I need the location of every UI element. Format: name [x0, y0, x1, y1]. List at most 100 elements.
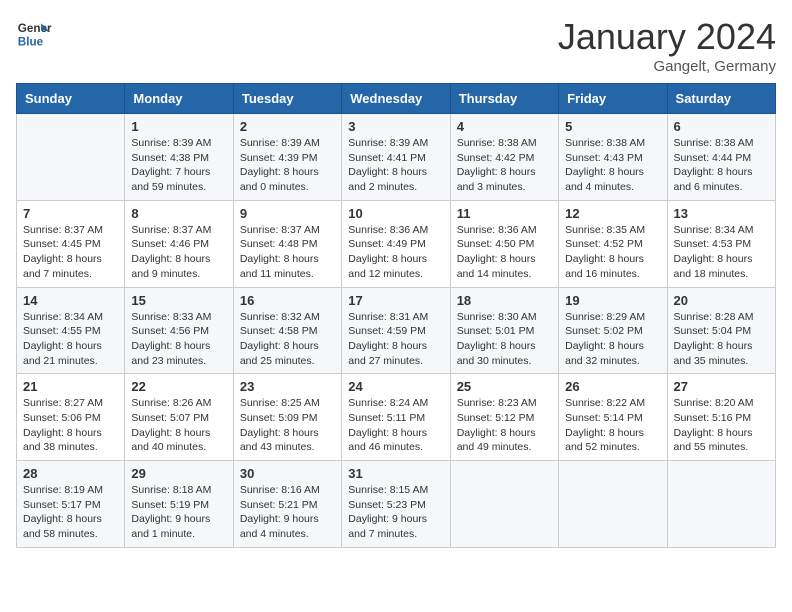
day-info: Sunrise: 8:31 AMSunset: 4:59 PMDaylight:…: [348, 310, 443, 369]
calendar-cell: 29Sunrise: 8:18 AMSunset: 5:19 PMDayligh…: [125, 461, 233, 548]
calendar-cell: 24 Sunrise: 8:24 AMSunset: 5:11 PMDayligh…: [342, 374, 450, 461]
day-number: 17: [348, 293, 443, 308]
day-info: Sunrise: 8:19 AMSunset: 5:17 PMDaylight:…: [23, 483, 118, 542]
day-number: 16: [240, 293, 335, 308]
day-number: 14: [23, 293, 118, 308]
weekday-header-thursday: Thursday: [450, 84, 558, 114]
day-info: Sunrise: 8:39 AMSunset: 4:38 PMDaylight:…: [131, 136, 226, 195]
calendar-cell: 27 Sunrise: 8:20 AMSunset: 5:16 PMDayligh…: [667, 374, 775, 461]
day-info: Sunrise: 8:23 AMSunset: 5:12 PMDaylight:…: [457, 396, 552, 455]
calendar-week-row: 28 Sunrise: 8:19 AMSunset: 5:17 PMDayligh…: [17, 461, 776, 548]
day-info: Sunrise: 8:27 AMSunset: 5:06 PMDaylight:…: [23, 396, 118, 455]
title-block: January 2024 Gangelt, Germany: [558, 16, 776, 75]
calendar-cell: 6 Sunrise: 8:38 AMSunset: 4:44 PMDaylight…: [667, 114, 775, 201]
day-number: 25: [457, 379, 552, 394]
day-info: Sunrise: 8:38 AMSunset: 4:43 PMDaylight:…: [565, 136, 660, 195]
day-number: 24: [348, 379, 443, 394]
day-info: Sunrise: 8:22 AMSunset: 5:14 PMDaylight:…: [565, 396, 660, 455]
day-info: Sunrise: 8:16 AMSunset: 5:21 PMDaylight:…: [240, 483, 335, 542]
calendar-cell: [17, 114, 125, 201]
calendar-cell: [667, 461, 775, 548]
day-info: Sunrise: 8:36 AMSunset: 4:49 PMDaylight:…: [348, 223, 443, 282]
calendar-cell: 18 Sunrise: 8:30 AMSunset: 5:01 PMDayligh…: [450, 287, 558, 374]
day-info: Sunrise: 8:20 AMSunset: 5:16 PMDaylight:…: [674, 396, 769, 455]
calendar-cell: 23Sunrise: 8:25 AMSunset: 5:09 PMDayligh…: [233, 374, 341, 461]
day-number: 3: [348, 119, 443, 134]
calendar-cell: [559, 461, 667, 548]
day-info: Sunrise: 8:28 AMSunset: 5:04 PMDaylight:…: [674, 310, 769, 369]
calendar-cell: 9Sunrise: 8:37 AMSunset: 4:48 PMDaylight…: [233, 200, 341, 287]
day-number: 21: [23, 379, 118, 394]
day-info: Sunrise: 8:34 AMSunset: 4:55 PMDaylight:…: [23, 310, 118, 369]
calendar-cell: 5Sunrise: 8:38 AMSunset: 4:43 PMDaylight…: [559, 114, 667, 201]
calendar-cell: 4 Sunrise: 8:38 AMSunset: 4:42 PMDaylight…: [450, 114, 558, 201]
calendar-cell: 28 Sunrise: 8:19 AMSunset: 5:17 PMDayligh…: [17, 461, 125, 548]
day-info: Sunrise: 8:38 AMSunset: 4:42 PMDaylight:…: [457, 136, 552, 195]
calendar-cell: 16 Sunrise: 8:32 AMSunset: 4:58 PMDayligh…: [233, 287, 341, 374]
day-number: 8: [131, 206, 226, 221]
day-info: Sunrise: 8:24 AMSunset: 5:11 PMDaylight:…: [348, 396, 443, 455]
day-number: 30: [240, 466, 335, 481]
day-number: 27: [674, 379, 769, 394]
weekday-header-sunday: Sunday: [17, 84, 125, 114]
weekday-header-row: SundayMondayTuesdayWednesdayThursdayFrid…: [17, 84, 776, 114]
calendar-week-row: 14 Sunrise: 8:34 AMSunset: 4:55 PMDayligh…: [17, 287, 776, 374]
calendar-cell: 3 Sunrise: 8:39 AMSunset: 4:41 PMDaylight…: [342, 114, 450, 201]
day-number: 18: [457, 293, 552, 308]
calendar-cell: 17 Sunrise: 8:31 AMSunset: 4:59 PMDayligh…: [342, 287, 450, 374]
day-info: Sunrise: 8:26 AMSunset: 5:07 PMDaylight:…: [131, 396, 226, 455]
calendar-week-row: 21 Sunrise: 8:27 AMSunset: 5:06 PMDayligh…: [17, 374, 776, 461]
calendar-cell: 20 Sunrise: 8:28 AMSunset: 5:04 PMDayligh…: [667, 287, 775, 374]
weekday-header-wednesday: Wednesday: [342, 84, 450, 114]
calendar-week-row: 1 Sunrise: 8:39 AMSunset: 4:38 PMDaylight…: [17, 114, 776, 201]
day-info: Sunrise: 8:29 AMSunset: 5:02 PMDaylight:…: [565, 310, 660, 369]
calendar-cell: 7 Sunrise: 8:37 AMSunset: 4:45 PMDaylight…: [17, 200, 125, 287]
logo: General Blue: [16, 16, 52, 52]
day-info: Sunrise: 8:34 AMSunset: 4:53 PMDaylight:…: [674, 223, 769, 282]
day-info: Sunrise: 8:37 AMSunset: 4:45 PMDaylight:…: [23, 223, 118, 282]
day-number: 12: [565, 206, 660, 221]
day-number: 31: [348, 466, 443, 481]
calendar-cell: 2 Sunrise: 8:39 AMSunset: 4:39 PMDaylight…: [233, 114, 341, 201]
weekday-header-monday: Monday: [125, 84, 233, 114]
day-number: 11: [457, 206, 552, 221]
page-header: General Blue January 2024 Gangelt, Germa…: [16, 16, 776, 75]
day-info: Sunrise: 8:15 AMSunset: 5:23 PMDaylight:…: [348, 483, 443, 542]
calendar-cell: 15Sunrise: 8:33 AMSunset: 4:56 PMDayligh…: [125, 287, 233, 374]
calendar-cell: 1 Sunrise: 8:39 AMSunset: 4:38 PMDaylight…: [125, 114, 233, 201]
day-info: Sunrise: 8:36 AMSunset: 4:50 PMDaylight:…: [457, 223, 552, 282]
day-number: 7: [23, 206, 118, 221]
day-info: Sunrise: 8:32 AMSunset: 4:58 PMDaylight:…: [240, 310, 335, 369]
logo-icon: General Blue: [16, 16, 52, 52]
calendar-title: January 2024: [558, 16, 776, 58]
svg-text:Blue: Blue: [18, 36, 44, 49]
calendar-cell: 12 Sunrise: 8:35 AMSunset: 4:52 PMDayligh…: [559, 200, 667, 287]
day-number: 4: [457, 119, 552, 134]
day-info: Sunrise: 8:30 AMSunset: 5:01 PMDaylight:…: [457, 310, 552, 369]
day-info: Sunrise: 8:37 AMSunset: 4:46 PMDaylight:…: [131, 223, 226, 282]
day-info: Sunrise: 8:35 AMSunset: 4:52 PMDaylight:…: [565, 223, 660, 282]
calendar-cell: 31 Sunrise: 8:15 AMSunset: 5:23 PMDayligh…: [342, 461, 450, 548]
day-number: 19: [565, 293, 660, 308]
calendar-cell: 10 Sunrise: 8:36 AMSunset: 4:49 PMDayligh…: [342, 200, 450, 287]
day-number: 28: [23, 466, 118, 481]
day-number: 2: [240, 119, 335, 134]
calendar-cell: [450, 461, 558, 548]
day-number: 10: [348, 206, 443, 221]
day-number: 15: [131, 293, 226, 308]
day-number: 9: [240, 206, 335, 221]
calendar-cell: 30 Sunrise: 8:16 AMSunset: 5:21 PMDayligh…: [233, 461, 341, 548]
day-number: 20: [674, 293, 769, 308]
day-number: 1: [131, 119, 226, 134]
day-info: Sunrise: 8:39 AMSunset: 4:39 PMDaylight:…: [240, 136, 335, 195]
calendar-cell: 21 Sunrise: 8:27 AMSunset: 5:06 PMDayligh…: [17, 374, 125, 461]
day-number: 6: [674, 119, 769, 134]
calendar-cell: 25 Sunrise: 8:23 AMSunset: 5:12 PMDayligh…: [450, 374, 558, 461]
weekday-header-saturday: Saturday: [667, 84, 775, 114]
calendar-cell: 13 Sunrise: 8:34 AMSunset: 4:53 PMDayligh…: [667, 200, 775, 287]
day-number: 13: [674, 206, 769, 221]
day-info: Sunrise: 8:38 AMSunset: 4:44 PMDaylight:…: [674, 136, 769, 195]
calendar-cell: 26Sunrise: 8:22 AMSunset: 5:14 PMDayligh…: [559, 374, 667, 461]
day-number: 29: [131, 466, 226, 481]
day-info: Sunrise: 8:39 AMSunset: 4:41 PMDaylight:…: [348, 136, 443, 195]
